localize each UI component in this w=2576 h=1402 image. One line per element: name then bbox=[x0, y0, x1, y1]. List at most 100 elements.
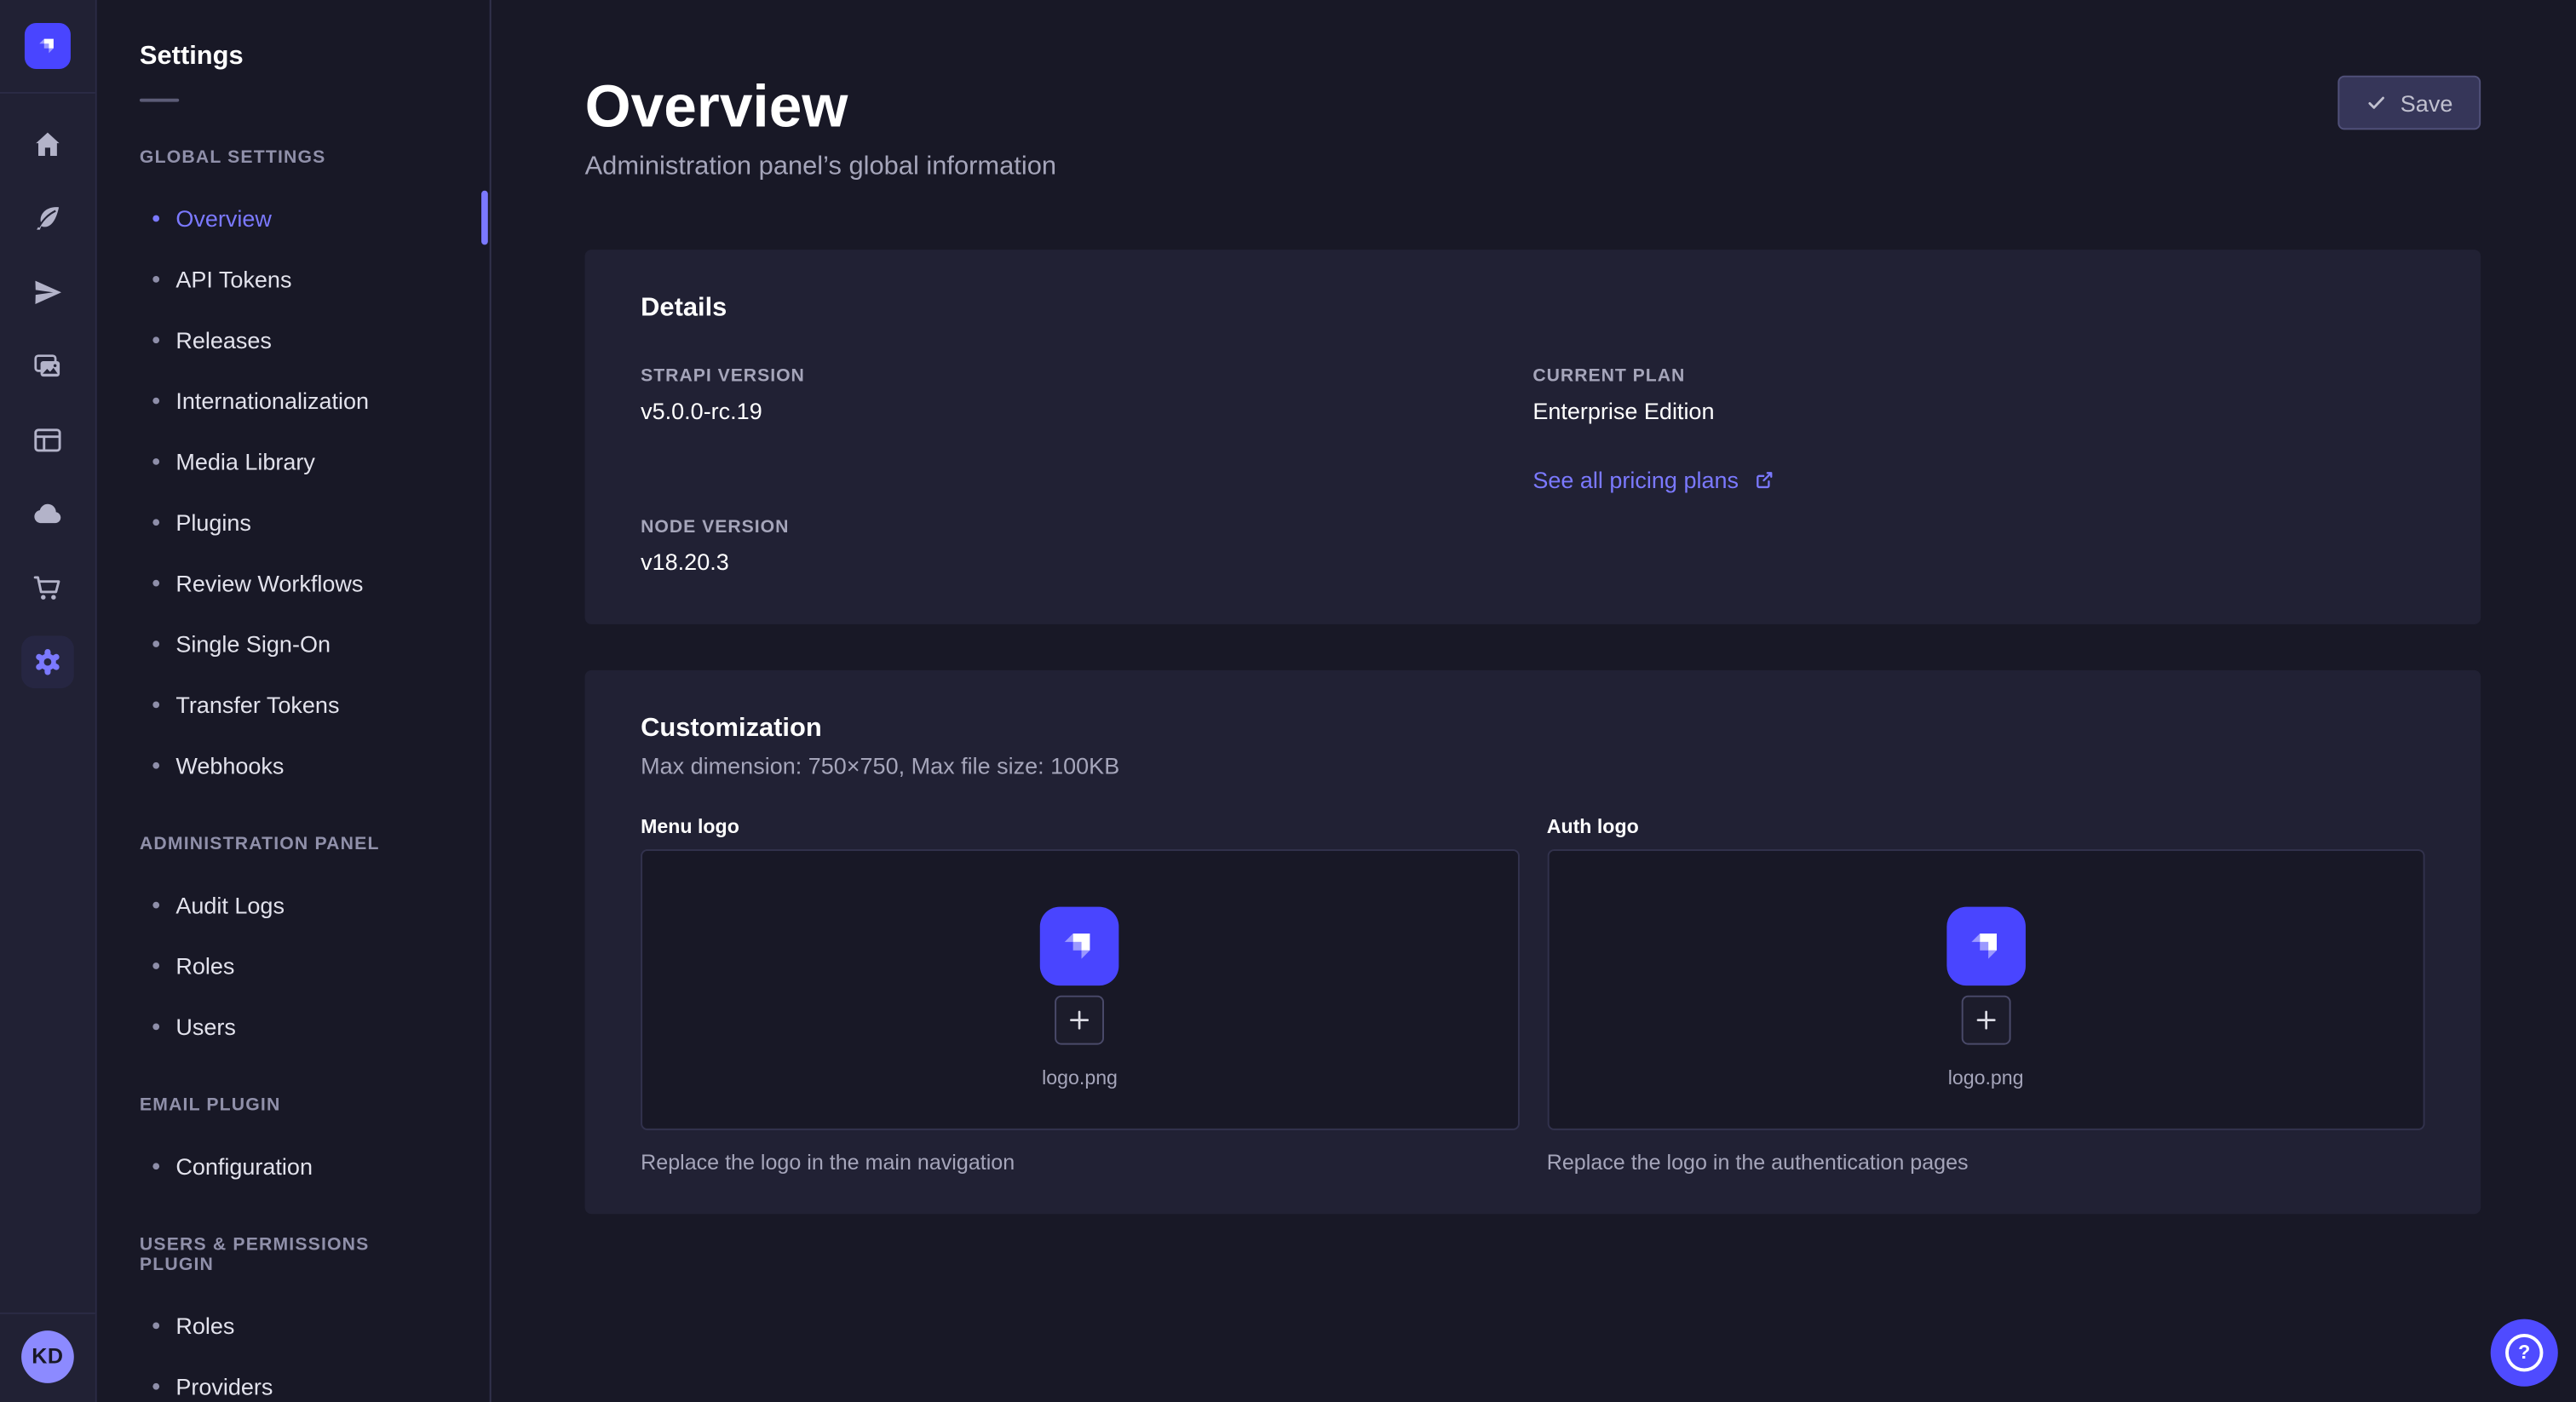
auth-logo-add-button[interactable] bbox=[1961, 996, 2010, 1045]
sidebar-item-label: Single Sign-On bbox=[175, 630, 331, 657]
main-content: Overview Administration panel’s global i… bbox=[492, 0, 2576, 1402]
settings-sidebar: Settings GLOBAL SETTINGS Overview API To… bbox=[97, 0, 492, 1402]
sidebar-item-review-workflows[interactable]: Review Workflows bbox=[97, 552, 490, 612]
media-library-nav-button[interactable] bbox=[21, 340, 74, 393]
administration-panel-list: Audit Logs Roles Users bbox=[97, 874, 490, 1056]
sidebar-item-up-providers[interactable]: Providers bbox=[97, 1355, 490, 1402]
content-builder-nav-button[interactable] bbox=[21, 192, 74, 245]
auth-logo-label: Auth logo bbox=[1547, 815, 2425, 838]
user-avatar[interactable]: KD bbox=[21, 1330, 74, 1382]
app-window: KD Settings GLOBAL SETTINGS Overview API… bbox=[0, 0, 2576, 1402]
strapi-version-value: v5.0.0-rc.19 bbox=[641, 398, 1532, 424]
customization-card: Customization Max dimension: 750×750, Ma… bbox=[585, 670, 2481, 1214]
sidebar-item-label: Internationalization bbox=[175, 387, 369, 413]
sidebar-item-transfer-tokens[interactable]: Transfer Tokens bbox=[97, 674, 490, 734]
page-title: Overview bbox=[585, 74, 1056, 140]
sidebar-item-media-library[interactable]: Media Library bbox=[97, 430, 490, 491]
paper-plane-icon bbox=[32, 276, 65, 309]
section-label-administration-panel: ADMINISTRATION PANEL bbox=[140, 835, 447, 854]
pricing-plans-link-label: See all pricing plans bbox=[1532, 467, 1739, 493]
cloud-nav-button[interactable] bbox=[21, 488, 74, 541]
page-subtitle: Administration panel’s global informatio… bbox=[585, 152, 1056, 182]
sidebar-item-admin-roles[interactable]: Roles bbox=[97, 934, 490, 995]
users-permissions-list: Roles Providers bbox=[97, 1295, 490, 1402]
menu-logo-upload-box[interactable]: logo.png bbox=[641, 849, 1519, 1130]
marketplace-nav-button[interactable] bbox=[21, 562, 74, 615]
details-grid: STRAPI VERSION v5.0.0-rc.19 NODE VERSION… bbox=[641, 366, 2424, 575]
strapi-logo-icon bbox=[1959, 920, 2012, 973]
brand-area bbox=[0, 0, 95, 94]
bullet-dot bbox=[152, 761, 159, 768]
bullet-dot bbox=[152, 962, 159, 968]
details-card-title: Details bbox=[641, 294, 2424, 324]
strapi-version-field: STRAPI VERSION v5.0.0-rc.19 bbox=[641, 366, 1532, 424]
sidebar-item-label: Review Workflows bbox=[175, 569, 363, 595]
menu-logo-label: Menu logo bbox=[641, 815, 1519, 838]
home-icon bbox=[32, 128, 65, 161]
sidebar-item-single-sign-on[interactable]: Single Sign-On bbox=[97, 612, 490, 673]
rail-bottom: KD bbox=[0, 1312, 95, 1402]
images-icon bbox=[32, 350, 65, 383]
sidebar-item-label: Roles bbox=[175, 952, 234, 979]
strapi-logo-icon bbox=[1054, 920, 1107, 973]
bullet-dot bbox=[152, 1322, 159, 1329]
sidebar-item-label: Audit Logs bbox=[175, 891, 285, 917]
sidebar-item-api-tokens[interactable]: API Tokens bbox=[97, 248, 490, 308]
help-button[interactable]: ? bbox=[2491, 1319, 2558, 1386]
details-card: Details STRAPI VERSION v5.0.0-rc.19 NODE… bbox=[585, 250, 2481, 624]
section-label-users-permissions-plugin: USERS & PERMISSIONS PLUGIN bbox=[140, 1235, 447, 1274]
rail-nav bbox=[21, 94, 74, 688]
sidebar-item-up-roles[interactable]: Roles bbox=[97, 1295, 490, 1355]
sidebar-item-internationalization[interactable]: Internationalization bbox=[97, 370, 490, 430]
sidebar-item-label: Overview bbox=[175, 204, 272, 231]
bullet-dot bbox=[152, 215, 159, 221]
sidebar-item-webhooks[interactable]: Webhooks bbox=[97, 734, 490, 795]
bullet-dot bbox=[152, 1023, 159, 1030]
auth-logo-upload-box[interactable]: logo.png bbox=[1547, 849, 2425, 1130]
sidebar-item-label: Transfer Tokens bbox=[175, 691, 339, 717]
feather-icon bbox=[32, 202, 65, 235]
sidebar-item-overview[interactable]: Overview bbox=[97, 187, 490, 248]
node-version-label: NODE VERSION bbox=[641, 517, 1532, 537]
home-nav-button[interactable] bbox=[21, 118, 74, 171]
auth-logo-group: Auth logo bbox=[1547, 815, 2425, 1175]
sidebar-item-email-configuration[interactable]: Configuration bbox=[97, 1135, 490, 1196]
sidebar-item-audit-logs[interactable]: Audit Logs bbox=[97, 874, 490, 934]
releases-nav-button[interactable] bbox=[21, 266, 74, 319]
sidebar-item-label: Users bbox=[175, 1013, 236, 1039]
sidebar-title: Settings bbox=[140, 43, 490, 72]
bullet-dot bbox=[152, 701, 159, 708]
plus-icon bbox=[1067, 1007, 1093, 1033]
sidebar-item-releases[interactable]: Releases bbox=[97, 309, 490, 370]
auth-logo-preview bbox=[1946, 907, 2026, 986]
external-link-icon bbox=[1753, 468, 1776, 491]
page-header-text: Overview Administration panel’s global i… bbox=[585, 74, 1056, 182]
save-button[interactable]: Save bbox=[2338, 76, 2481, 130]
bullet-dot bbox=[152, 275, 159, 282]
question-mark-icon: ? bbox=[2505, 1333, 2543, 1370]
menu-logo-add-button[interactable] bbox=[1055, 996, 1105, 1045]
pricing-plans-link[interactable]: See all pricing plans bbox=[1532, 467, 1776, 493]
global-settings-list: Overview API Tokens Releases Internation… bbox=[97, 187, 490, 796]
auth-logo-hint: Replace the logo in the authentication p… bbox=[1547, 1150, 2425, 1175]
check-icon bbox=[2366, 92, 2387, 113]
current-plan-label: CURRENT PLAN bbox=[1532, 366, 2424, 386]
email-plugin-list: Configuration bbox=[97, 1135, 490, 1196]
strapi-logo[interactable] bbox=[25, 23, 71, 69]
gear-icon bbox=[32, 646, 65, 679]
save-button-label: Save bbox=[2401, 89, 2453, 116]
settings-nav-button[interactable] bbox=[21, 635, 74, 688]
bullet-dot bbox=[152, 518, 159, 525]
bullet-dot bbox=[152, 579, 159, 586]
sidebar-item-admin-users[interactable]: Users bbox=[97, 996, 490, 1056]
logo-uploads: Menu logo bbox=[641, 815, 2424, 1175]
sidebar-item-label: Plugins bbox=[175, 509, 251, 535]
sidebar-item-plugins[interactable]: Plugins bbox=[97, 491, 490, 552]
bullet-dot bbox=[152, 397, 159, 404]
bullet-dot bbox=[152, 336, 159, 342]
strapi-logo-icon bbox=[33, 32, 63, 61]
main-nav-rail: KD bbox=[0, 0, 97, 1402]
menu-logo-filename: logo.png bbox=[1042, 1066, 1118, 1089]
sidebar-item-label: Configuration bbox=[175, 1152, 313, 1179]
content-manager-nav-button[interactable] bbox=[21, 414, 74, 467]
